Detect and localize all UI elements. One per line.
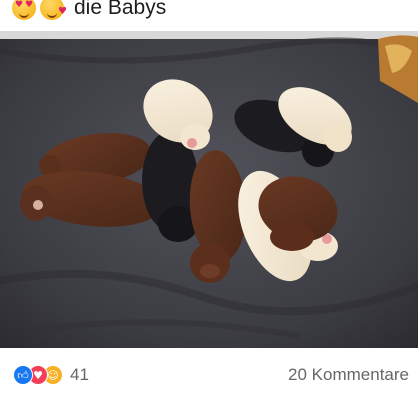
heart-eyes-emoji-icon: ♥ ♥	[12, 0, 36, 20]
smiling-face-with-hearts-emoji-icon: ♥	[40, 0, 67, 20]
comments-count-link[interactable]: 20 Kommentare	[288, 364, 409, 386]
post-card: ♥ ♥ ♥ die Babys 👍︎ ♥ ☺ 41 20 Kommentare	[0, 0, 418, 400]
reactions-summary[interactable]: 👍︎ ♥ ☺ 41	[13, 364, 89, 386]
puppies-photo-image	[0, 31, 418, 348]
like-icon: 👍︎	[13, 365, 33, 385]
caption-text: die Babys	[74, 0, 167, 19]
post-photo[interactable]	[0, 31, 418, 348]
reaction-count: 41	[70, 365, 89, 384]
post-caption: ♥ ♥ ♥ die Babys	[12, 0, 166, 24]
